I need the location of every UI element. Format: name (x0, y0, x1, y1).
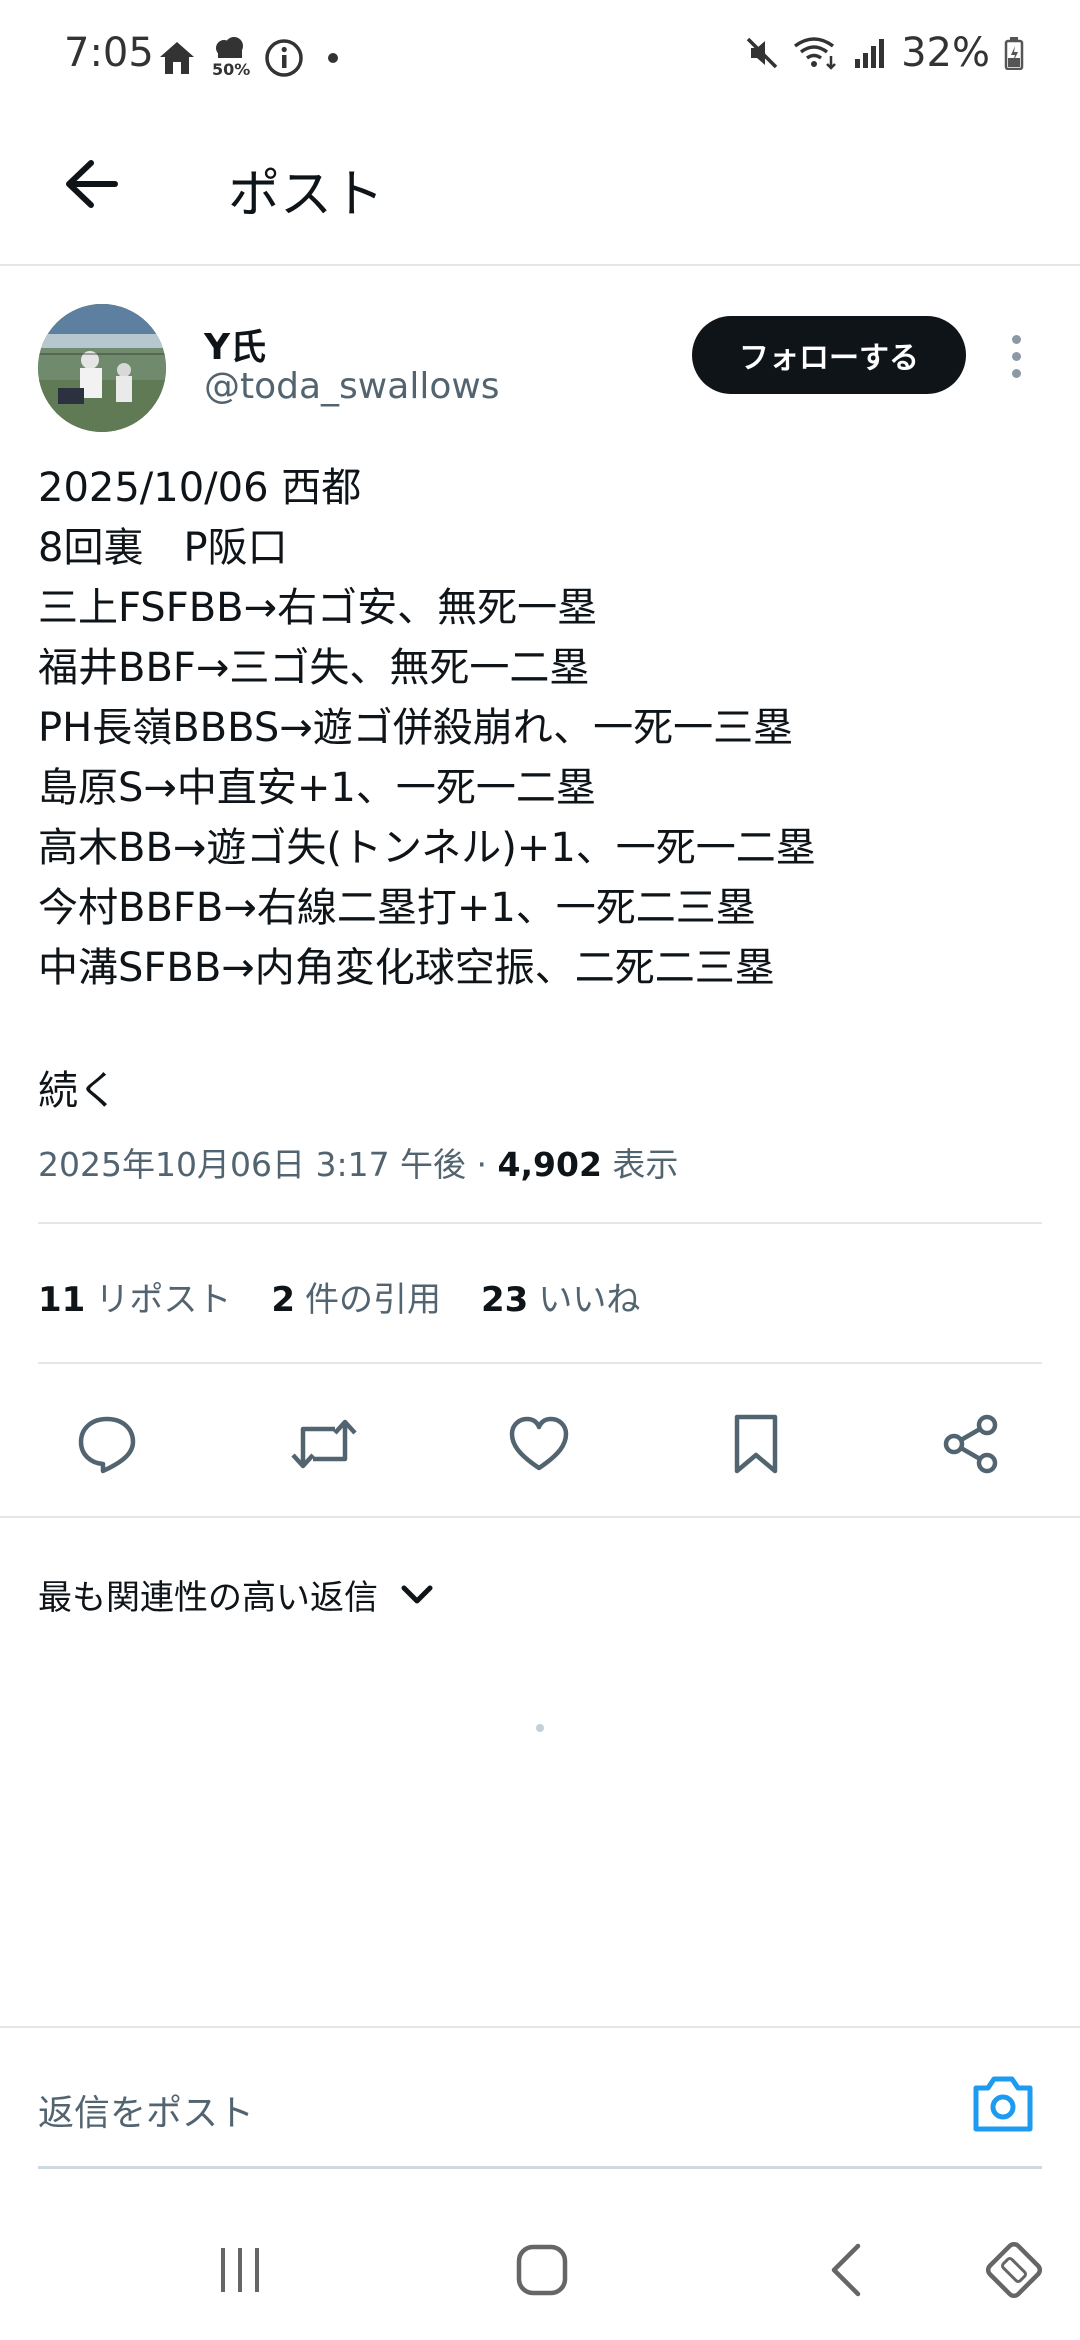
share-button[interactable] (935, 1408, 1007, 1480)
divider (0, 1516, 1080, 1518)
page-title: ポスト (228, 165, 385, 225)
quotes-label: 件の引用 (305, 1280, 441, 1320)
post-line: 8回裏 P阪口 (38, 525, 288, 571)
post-text: 2025/10/06 西都 8回裏 P阪口 三上FSFBB→右ゴ安、無死一塁 福… (38, 458, 1048, 998)
bookmark-icon (734, 1414, 778, 1474)
camera-button[interactable] (970, 2074, 1036, 2134)
bookmark-button[interactable] (720, 1408, 792, 1480)
chevron-down-icon (401, 1585, 433, 1603)
divider (38, 1362, 1042, 1364)
post-continue-text: 続く (38, 1068, 118, 1114)
likes-stat[interactable]: 23 いいね (481, 1272, 640, 1321)
status-bar: 7:05 50% 32% (0, 0, 1080, 114)
rotate-button[interactable] (978, 2234, 1050, 2306)
post-line: 島原S→中直安+1、一死一二塁 (38, 765, 596, 811)
views-count: 4,902 (497, 1145, 602, 1184)
post-line: 三上FSFBB→右ゴ安、無死一塁 (38, 585, 598, 631)
repost-icon (291, 1419, 357, 1469)
loading-indicator (536, 1724, 544, 1732)
reply-icon (78, 1416, 136, 1474)
status-time: 7:05 (64, 30, 154, 76)
system-navigation-bar (0, 2200, 1080, 2340)
reply-sort-dropdown[interactable]: 最も関連性の高い返信 (38, 1570, 434, 1619)
rotate-icon (985, 2241, 1043, 2299)
status-left-icons: 50% (158, 34, 338, 82)
avatar[interactable] (38, 304, 166, 432)
reposts-label: リポスト (95, 1280, 232, 1320)
info-icon (265, 39, 303, 77)
quotes-stat[interactable]: 2 件の引用 (271, 1272, 441, 1321)
share-icon (943, 1414, 998, 1474)
like-button[interactable] (503, 1408, 575, 1480)
post-timestamp: 2025年10月06日 3:17 午後 · 4,902 表示 (38, 1138, 678, 1186)
recent-apps-icon (221, 2248, 259, 2292)
reply-sort-label: 最も関連性の高い返信 (38, 1578, 378, 1618)
post-line: 中溝SFBB→内角変化球空振、二死二三塁 (38, 945, 775, 991)
battery-icon (1004, 37, 1024, 70)
home-icon (160, 42, 194, 74)
author-name[interactable]: Y氏 (204, 318, 266, 370)
reposts-count: 11 (38, 1280, 86, 1320)
status-right: 32% (745, 30, 1024, 76)
reply-input[interactable]: 返信をポスト (38, 2084, 254, 2136)
reply-button[interactable] (71, 1408, 143, 1480)
divider (38, 1222, 1042, 1224)
post-line: PH長嶺BBBS→遊ゴ併殺崩れ、一死一三塁 (38, 705, 794, 751)
views-label: 表示 (601, 1145, 679, 1184)
top-app-bar: ポスト (0, 114, 1080, 266)
follow-button[interactable]: フォローする (692, 316, 966, 394)
post-actions (0, 1400, 1080, 1486)
arrow-left-icon (66, 160, 118, 208)
author-handle[interactable]: @toda_swallows (204, 366, 500, 407)
back-chevron-icon (831, 2243, 861, 2297)
home-square-icon (516, 2244, 568, 2296)
more-dot (1011, 334, 1021, 344)
weather-percent: 50% (212, 60, 251, 79)
repost-button[interactable] (288, 1408, 360, 1480)
reposts-stat[interactable]: 11 リポスト (38, 1272, 231, 1321)
reply-underline (38, 2166, 1042, 2169)
signal-icon (855, 39, 885, 68)
back-nav-button[interactable] (810, 2234, 882, 2306)
post-stats: 11 リポスト 2 件の引用 23 いいね (38, 1272, 640, 1321)
back-button[interactable] (58, 152, 122, 216)
weather-icon: 50% (210, 34, 250, 82)
home-button[interactable] (506, 2234, 578, 2306)
wifi-icon (794, 37, 836, 70)
camera-icon (973, 2076, 1033, 2132)
post-line: 今村BBFB→右線二塁打+1、一死二三塁 (38, 885, 756, 931)
post-line: 高木BB→遊ゴ失(トンネル)+1、一死一二塁 (38, 825, 816, 871)
reply-composer: 返信をポスト (0, 2026, 1080, 2169)
likes-count: 23 (481, 1280, 529, 1320)
more-options-button[interactable] (996, 326, 1036, 386)
post-line: 2025/10/06 西都 (38, 465, 362, 511)
mute-icon (746, 37, 778, 69)
timestamp[interactable]: 2025年10月06日 3:17 午後 · (38, 1145, 498, 1184)
recent-apps-button[interactable] (204, 2234, 276, 2306)
like-icon (509, 1416, 569, 1471)
more-dot (1011, 368, 1021, 378)
dot-icon (328, 53, 338, 63)
quotes-count: 2 (271, 1280, 295, 1320)
battery-percent: 32% (901, 30, 990, 76)
post-line: 福井BBF→三ゴ失、無死一二塁 (38, 645, 590, 691)
likes-label: いいね (538, 1280, 641, 1320)
more-dot (1011, 351, 1021, 361)
